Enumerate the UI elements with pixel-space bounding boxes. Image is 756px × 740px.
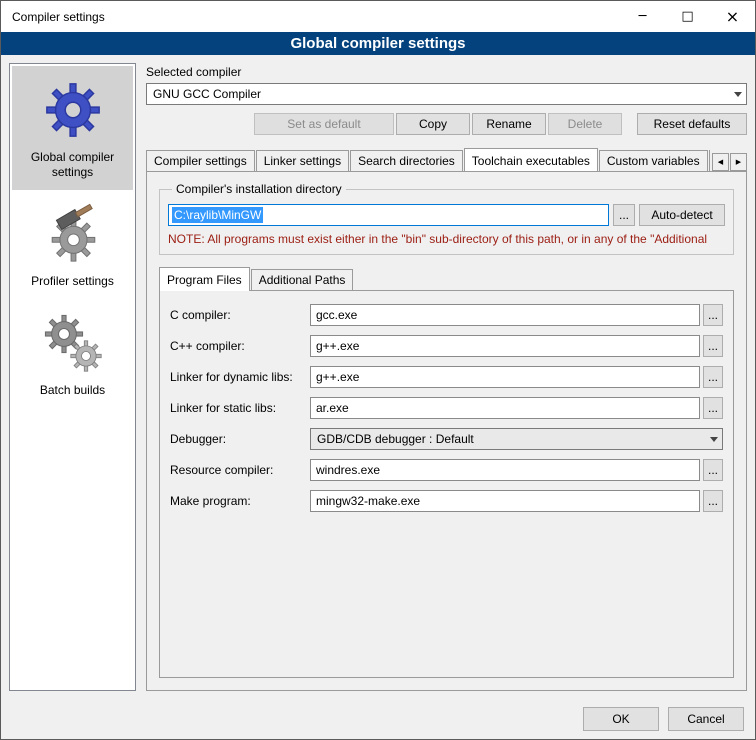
settings-tab-bar: Compiler settings Linker settings Search… [146, 148, 747, 171]
reset-defaults-button[interactable]: Reset defaults [637, 113, 747, 135]
delete-button[interactable]: Delete [548, 113, 622, 135]
installation-directory-input[interactable]: C:\raylib\MinGW [168, 204, 609, 226]
installation-directory-row: C:\raylib\MinGW ... Auto-detect [168, 204, 725, 226]
cpp-compiler-browse-button[interactable]: ... [703, 335, 723, 357]
installation-directory-value: C:\raylib\MinGW [172, 207, 263, 223]
resource-compiler-input[interactable]: windres.exe [310, 459, 700, 481]
tab-scroll-arrows: ◀ ▶ [712, 153, 747, 171]
main-content: Selected compiler GNU GCC Compiler Set a… [146, 63, 747, 691]
dynamic-linker-label: Linker for dynamic libs: [170, 370, 310, 384]
tab-toolchain-executables[interactable]: Toolchain executables [464, 148, 598, 171]
tab-scroll-left-button[interactable]: ◀ [712, 153, 729, 171]
cpp-compiler-input[interactable]: g++.exe [310, 335, 700, 357]
maximize-icon: □ [681, 9, 693, 24]
maximize-button[interactable]: □ [665, 1, 710, 32]
cpp-compiler-row: C++ compiler: g++.exe ... [170, 335, 723, 357]
tab-strip: Compiler settings Linker settings Search… [146, 148, 710, 171]
dialog-footer: OK Cancel [1, 699, 755, 739]
page-title: Global compiler settings [1, 32, 755, 55]
selected-compiler-label: Selected compiler [146, 65, 747, 79]
tab-additional-paths[interactable]: Additional Paths [251, 269, 354, 290]
cancel-button[interactable]: Cancel [668, 707, 744, 731]
sidebar-item-batch-builds[interactable]: Batch builds [12, 299, 133, 408]
tab-program-files[interactable]: Program Files [159, 267, 250, 291]
c-compiler-label: C compiler: [170, 308, 310, 322]
resource-compiler-label: Resource compiler: [170, 463, 310, 477]
program-files-tab-bar: Program Files Additional Paths [159, 267, 734, 290]
minimize-button[interactable]: ─ [620, 1, 665, 32]
program-files-panel: C compiler: gcc.exe ... C++ compiler: g+… [159, 290, 734, 678]
titlebar: Compiler settings ─ □ × [1, 1, 755, 32]
make-program-row: Make program: mingw32-make.exe ... [170, 490, 723, 512]
arrow-right-icon: ▶ [736, 158, 741, 166]
static-linker-browse-button[interactable]: ... [703, 397, 723, 419]
selected-compiler-value: GNU GCC Compiler [153, 87, 730, 101]
dialog-body: Global compiler settings [1, 55, 755, 699]
chevron-down-icon [706, 429, 722, 449]
c-compiler-value: gcc.exe [316, 308, 357, 322]
resource-compiler-row: Resource compiler: windres.exe ... [170, 459, 723, 481]
resource-compiler-value: windres.exe [316, 463, 380, 477]
installation-directory-group: Compiler's installation directory C:\ray… [159, 182, 734, 255]
auto-detect-button[interactable]: Auto-detect [639, 204, 725, 226]
tab-linker-settings[interactable]: Linker settings [256, 150, 349, 171]
set-as-default-button[interactable]: Set as default [254, 113, 394, 135]
installation-note: NOTE: All programs must exist either in … [168, 232, 725, 246]
window-controls: ─ □ × [620, 1, 755, 32]
make-program-value: mingw32-make.exe [316, 494, 420, 508]
debugger-value: GDB/CDB debugger : Default [317, 432, 706, 446]
sidebar-item-label: Profiler settings [31, 274, 114, 289]
toolchain-executables-panel: Compiler's installation directory C:\ray… [146, 171, 747, 691]
static-linker-row: Linker for static libs: ar.exe ... [170, 397, 723, 419]
stacked-gears-icon [42, 312, 104, 374]
static-linker-input[interactable]: ar.exe [310, 397, 700, 419]
make-program-browse-button[interactable]: ... [703, 490, 723, 512]
compiler-settings-window: Compiler settings ─ □ × Global compiler … [0, 0, 756, 740]
debugger-combobox[interactable]: GDB/CDB debugger : Default [310, 428, 723, 450]
sidebar-item-label: Batch builds [40, 383, 105, 398]
sidebar-item-profiler-settings[interactable]: Profiler settings [12, 190, 133, 299]
dynamic-linker-value: g++.exe [316, 370, 359, 384]
debugger-label: Debugger: [170, 432, 310, 446]
make-program-label: Make program: [170, 494, 310, 508]
installation-directory-label: Compiler's installation directory [172, 182, 346, 196]
copy-button[interactable]: Copy [396, 113, 470, 135]
profiler-hammer-icon [42, 203, 104, 265]
selected-compiler-combobox[interactable]: GNU GCC Compiler [146, 83, 747, 105]
static-linker-label: Linker for static libs: [170, 401, 310, 415]
dynamic-linker-row: Linker for dynamic libs: g++.exe ... [170, 366, 723, 388]
c-compiler-row: C compiler: gcc.exe ... [170, 304, 723, 326]
dynamic-linker-browse-button[interactable]: ... [703, 366, 723, 388]
window-title: Compiler settings [1, 1, 620, 32]
close-icon: × [726, 7, 739, 26]
minimize-icon: ─ [639, 9, 647, 24]
debugger-row: Debugger: GDB/CDB debugger : Default [170, 428, 723, 450]
installation-directory-browse-button[interactable]: ... [613, 204, 635, 226]
c-compiler-input[interactable]: gcc.exe [310, 304, 700, 326]
tab-build-options-truncated[interactable]: Buil [709, 150, 710, 171]
static-linker-value: ar.exe [316, 401, 349, 415]
cpp-compiler-label: C++ compiler: [170, 339, 310, 353]
cpp-compiler-value: g++.exe [316, 339, 359, 353]
compiler-actions: Set as default Copy Rename Delete Reset … [146, 113, 747, 135]
tab-compiler-settings[interactable]: Compiler settings [146, 150, 255, 171]
tab-custom-variables[interactable]: Custom variables [599, 150, 708, 171]
c-compiler-browse-button[interactable]: ... [703, 304, 723, 326]
tab-scroll-right-button[interactable]: ▶ [730, 153, 747, 171]
tab-search-directories[interactable]: Search directories [350, 150, 463, 171]
sidebar-item-label: Global compiler settings [16, 150, 129, 180]
ok-button[interactable]: OK [583, 707, 659, 731]
rename-button[interactable]: Rename [472, 113, 546, 135]
chevron-down-icon [730, 84, 746, 104]
gear-icon [42, 79, 104, 141]
make-program-input[interactable]: mingw32-make.exe [310, 490, 700, 512]
close-button[interactable]: × [710, 1, 755, 32]
settings-category-sidebar: Global compiler settings [9, 63, 136, 691]
arrow-left-icon: ◀ [718, 158, 723, 166]
dynamic-linker-input[interactable]: g++.exe [310, 366, 700, 388]
sidebar-item-global-compiler-settings[interactable]: Global compiler settings [12, 66, 133, 190]
resource-compiler-browse-button[interactable]: ... [703, 459, 723, 481]
